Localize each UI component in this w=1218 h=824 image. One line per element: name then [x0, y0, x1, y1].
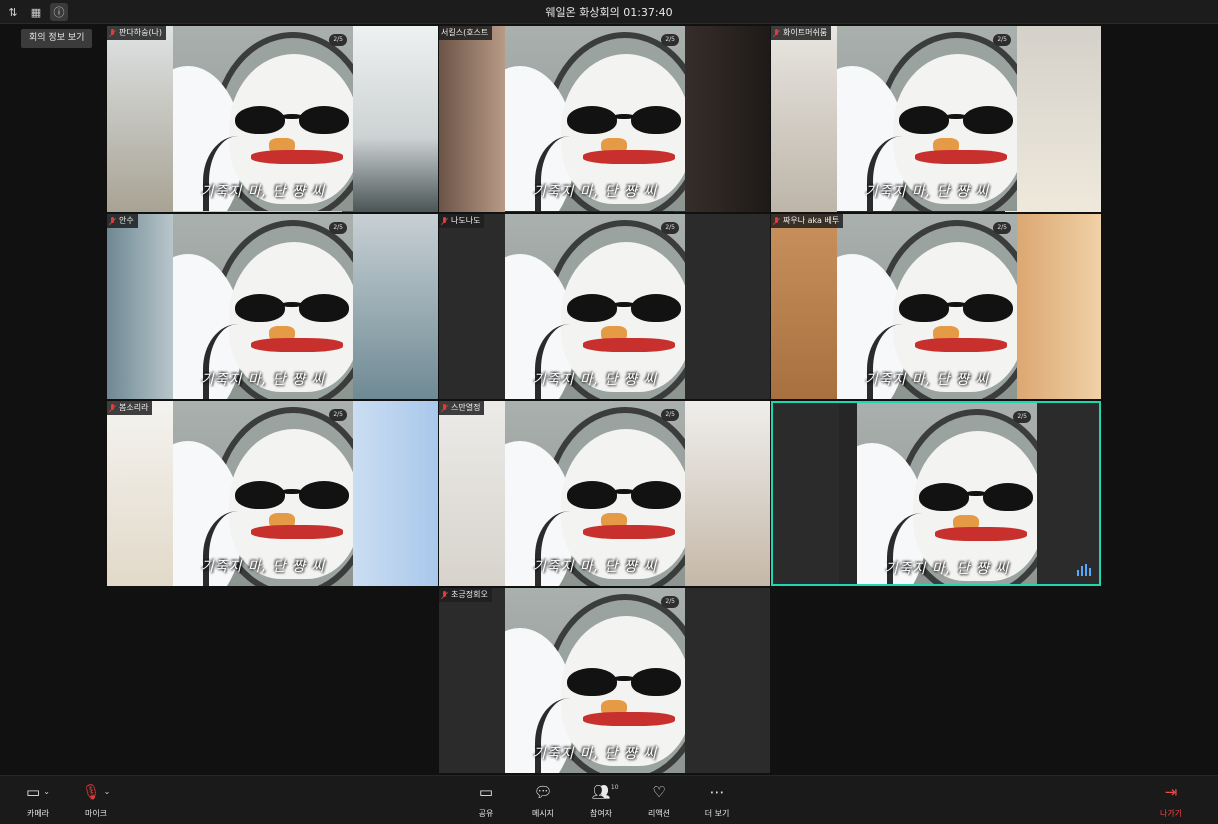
chevron-down-icon[interactable]: ⌄	[43, 782, 50, 802]
participant-video: 기죽지 마, 단 쨩 씨 2/5	[505, 401, 685, 586]
video-caption: 기죽지 마, 단 쨩 씨	[532, 559, 658, 575]
video-caption: 기죽지 마, 단 쨩 씨	[864, 372, 990, 388]
participant-tile[interactable]: 기죽지 마, 단 쨩 씨 2/5 스만열정	[439, 401, 770, 586]
participant-tile[interactable]: 기죽지 마, 단 쨩 씨 2/5 서킬스(호스트	[439, 26, 770, 212]
camera-button[interactable]: ▭ ⌄ 카메라	[13, 782, 63, 819]
participants-icon: 👥︎	[591, 783, 611, 801]
title-bar: ⇅ ▦ ⓘ 웨일온 화상회의 01:37:40	[0, 0, 1218, 24]
participant-video: 기죽지 마, 단 쨩 씨 2/5	[857, 403, 1037, 584]
meeting-title: 웨일온 화상회의 01:37:40	[545, 6, 673, 19]
participant-video: 기죽지 마, 단 쨩 씨 2/5	[173, 401, 353, 586]
chevron-down-icon[interactable]: ⌄	[104, 782, 111, 802]
page-badge: 2/5	[661, 222, 679, 234]
more-button[interactable]: ⋯ 더 보기	[692, 782, 742, 819]
share-button[interactable]: ▭ 공유	[461, 782, 511, 819]
participant-tile[interactable]: 기죽지 마, 단 쨩 씨 2/5 짜우나 aka 베투	[771, 214, 1101, 399]
page-badge: 2/5	[661, 596, 679, 608]
participant-tile[interactable]: 기죽지 마, 단 쨩 씨 2/5 안수	[107, 214, 438, 399]
audio-level-icon	[1077, 564, 1091, 576]
mic-off-icon	[109, 28, 116, 38]
page-badge: 2/5	[993, 222, 1011, 234]
share-icon: ▭	[478, 783, 494, 801]
participant-video: 기죽지 마, 단 쨩 씨 2/5	[505, 26, 685, 211]
camera-icon: ▭	[26, 783, 41, 801]
video-caption: 기죽지 마, 단 쨩 씨	[200, 184, 326, 200]
participant-video: 기죽지 마, 단 쨩 씨 2/5	[505, 588, 685, 773]
exit-icon: ⇥	[1164, 783, 1178, 801]
participant-tile-active-speaker[interactable]: 기죽지 마, 단 쨩 씨 2/5	[771, 401, 1101, 586]
mic-off-icon	[441, 590, 448, 600]
video-caption: 기죽지 마, 단 쨩 씨	[884, 561, 1010, 577]
mic-off-icon	[773, 28, 780, 38]
participant-video: 기죽지 마, 단 쨩 씨 2/5	[837, 214, 1017, 399]
participant-name: 판다하숭(나)	[107, 26, 167, 40]
participant-name: 서킬스(호스트	[439, 26, 493, 40]
mic-off-icon	[441, 403, 448, 413]
message-button[interactable]: 💬︎ 메시지	[518, 782, 568, 819]
video-caption: 기죽지 마, 단 쨩 씨	[200, 559, 326, 575]
participants-button[interactable]: 👥︎ 10 참여자	[576, 782, 626, 819]
video-caption: 기죽지 마, 단 쨩 씨	[532, 372, 658, 388]
page-badge: 2/5	[329, 409, 347, 421]
page-badge: 2/5	[661, 34, 679, 46]
page-badge: 2/5	[993, 34, 1011, 46]
participant-name: 화이트머쉬룸	[771, 26, 832, 40]
participant-name: 봄소리라	[107, 401, 153, 415]
reaction-button[interactable]: ♡ 리액션	[634, 782, 684, 819]
leave-button[interactable]: ⇥ 나가기	[1146, 782, 1196, 819]
participant-tile[interactable]: 기죽지 마, 단 쨩 씨 2/5 화이트머쉬룸	[771, 26, 1101, 212]
mic-off-icon: 🎙︎	[81, 783, 101, 801]
more-icon: ⋯	[709, 783, 725, 801]
participant-video: 기죽지 마, 단 쨩 씨 2/5	[505, 214, 685, 399]
mic-off-icon	[441, 216, 448, 226]
video-caption: 기죽지 마, 단 쨩 씨	[200, 372, 326, 388]
participant-name: 초긍정회오	[439, 588, 492, 602]
mic-off-icon	[109, 216, 116, 226]
participant-tile[interactable]: 기죽지 마, 단 쨩 씨 2/5 초긍정회오	[439, 588, 770, 773]
mic-button[interactable]: 🎙︎ ⌄ 마이크	[71, 782, 121, 819]
participant-name: 스만열정	[439, 401, 485, 415]
heart-icon: ♡	[652, 783, 666, 801]
mic-off-icon	[109, 403, 116, 413]
participant-name: 안수	[107, 214, 138, 228]
participant-video: 기죽지 마, 단 쨩 씨 2/5	[173, 214, 353, 399]
page-badge: 2/5	[329, 34, 347, 46]
participant-tile[interactable]: 기죽지 마, 단 쨩 씨 2/5 판다하숭(나)	[107, 26, 438, 212]
page-badge: 2/5	[1013, 411, 1031, 423]
mic-off-icon	[773, 216, 780, 226]
participant-name: 나도나도	[439, 214, 485, 228]
video-caption: 기죽지 마, 단 쨩 씨	[864, 184, 990, 200]
video-caption: 기죽지 마, 단 쨩 씨	[532, 746, 658, 762]
message-icon: 💬︎	[533, 783, 553, 801]
participant-tile[interactable]: 기죽지 마, 단 쨩 씨 2/5 나도나도	[439, 214, 770, 399]
participant-video: 기죽지 마, 단 쨩 씨 2/5	[837, 26, 1017, 211]
video-caption: 기죽지 마, 단 쨩 씨	[532, 184, 658, 200]
meeting-toolbar: ▭ ⌄ 카메라 🎙︎ ⌄ 마이크 ▭ 공유 💬︎ 메시지 👥︎ 10 참여자 ♡ 리액…	[0, 775, 1218, 824]
page-badge: 2/5	[329, 222, 347, 234]
participant-video: 기죽지 마, 단 쨩 씨 2/5	[173, 26, 353, 211]
meeting-info-tooltip: 회의 정보 보기	[21, 29, 93, 48]
participant-name: 짜우나 aka 베투	[771, 214, 844, 228]
participant-tile[interactable]: 기죽지 마, 단 쨩 씨 2/5 봄소리라	[107, 401, 438, 586]
page-badge: 2/5	[661, 409, 679, 421]
participants-count: 10	[610, 784, 619, 791]
